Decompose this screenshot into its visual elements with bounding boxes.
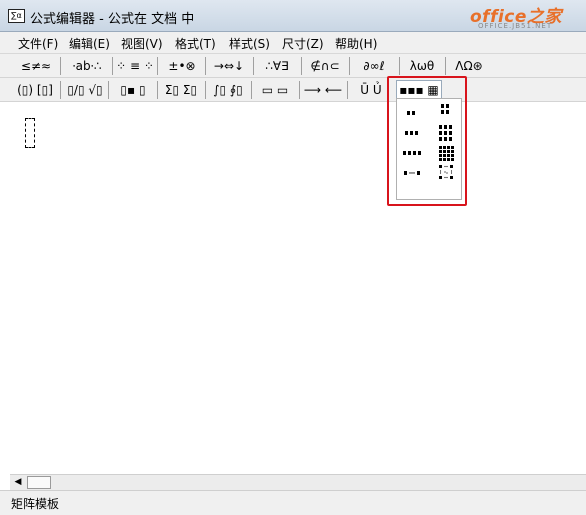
set-theory-symbols-icon[interactable]: ∉∩⊂ bbox=[303, 56, 347, 76]
watermark-logo: office之家 OFFICE.JB51.NET bbox=[470, 2, 582, 30]
toolbar-divider bbox=[205, 57, 206, 75]
toolbar-divider bbox=[108, 81, 109, 99]
logical-symbols-icon[interactable]: ∴∀∃ bbox=[255, 56, 299, 76]
toolbar-divider bbox=[399, 57, 400, 75]
scroll-thumb[interactable] bbox=[27, 476, 51, 489]
toolbar-divider bbox=[157, 81, 158, 99]
summation-templates-icon[interactable]: Σ▯ Σ▯ bbox=[160, 80, 202, 100]
operator-symbols-icon[interactable]: ±•⊗ bbox=[160, 56, 204, 76]
horizontal-scrollbar[interactable]: ◀ bbox=[10, 474, 586, 490]
toolbar-divider bbox=[347, 81, 348, 99]
integral-templates-icon[interactable]: ∫▯ ∮▯ bbox=[208, 80, 248, 100]
menu-format[interactable]: 格式(T) bbox=[175, 35, 216, 52]
products-set-theory-templates-icon[interactable]: Ū Ủ bbox=[350, 80, 392, 100]
status-bar: 矩阵模板 bbox=[0, 490, 586, 515]
toolbar-divider bbox=[253, 57, 254, 75]
equation-editing-area[interactable] bbox=[2, 102, 584, 472]
arrow-symbols-icon[interactable]: →⇔↓ bbox=[207, 56, 251, 76]
menu-help[interactable]: 帮助(H) bbox=[335, 35, 377, 52]
underbar-overbar-templates-icon[interactable]: ▭ ▭ bbox=[255, 80, 295, 100]
title-bar: ∑α 公式编辑器 - 公式在 文档 中 office之家 OFFICE.JB51… bbox=[0, 0, 586, 32]
toolbar-divider bbox=[251, 81, 252, 99]
red-highlight-box bbox=[387, 76, 467, 206]
misc-symbols-icon[interactable]: ∂∞ℓ bbox=[351, 56, 397, 76]
fraction-radical-templates-icon[interactable]: ▯/▯ √▯ bbox=[64, 80, 106, 100]
toolbar-divider bbox=[112, 57, 113, 75]
spaces-ellipses-icon[interactable]: ⸱ab⸱∴ bbox=[64, 56, 110, 76]
greek-uppercase-icon[interactable]: ΛΩ⊛ bbox=[447, 56, 491, 76]
toolbar-divider bbox=[349, 57, 350, 75]
greek-lowercase-icon[interactable]: λωθ bbox=[401, 56, 443, 76]
toolbar-divider bbox=[205, 81, 206, 99]
toolbar-divider bbox=[445, 57, 446, 75]
toolbar-divider bbox=[60, 57, 61, 75]
empty-equation-slot[interactable] bbox=[25, 118, 35, 148]
watermark-sub-text: OFFICE.JB51.NET bbox=[478, 22, 553, 30]
symbol-palette-toolbar: ≤≠≈ ⸱ab⸱∴ ⁘ ≡ ⁘ ±•⊗ →⇔↓ ∴∀∃ ∉∩⊂ ∂∞ℓ λωθ … bbox=[0, 54, 586, 78]
menu-size[interactable]: 尺寸(Z) bbox=[282, 35, 324, 52]
menu-view[interactable]: 视图(V) bbox=[121, 35, 163, 52]
subscript-superscript-templates-icon[interactable]: ▯▪ ▯ bbox=[112, 80, 154, 100]
menu-edit[interactable]: 编辑(E) bbox=[69, 35, 110, 52]
labeled-arrow-templates-icon[interactable]: ⟶ ⟵ bbox=[302, 80, 344, 100]
toolbar-divider bbox=[60, 81, 61, 99]
scroll-left-arrow-icon[interactable]: ◀ bbox=[10, 475, 26, 490]
toolbar-divider bbox=[157, 57, 158, 75]
equation-editor-app-icon[interactable]: ∑α bbox=[8, 9, 25, 23]
toolbar-divider bbox=[299, 81, 300, 99]
menu-file[interactable]: 文件(F) bbox=[18, 35, 58, 52]
template-palette-toolbar: (▯) [▯] ▯/▯ √▯ ▯▪ ▯ Σ▯ Σ▯ ∫▯ ∮▯ ▭ ▭ ⟶ ⟵ … bbox=[0, 78, 586, 102]
toolbar-divider bbox=[301, 57, 302, 75]
fence-templates-icon[interactable]: (▯) [▯] bbox=[16, 80, 54, 100]
window-title: 公式编辑器 - 公式在 文档 中 bbox=[30, 12, 195, 27]
menu-bar: 文件(F) 编辑(E) 视图(V) 格式(T) 样式(S) 尺寸(Z) 帮助(H… bbox=[0, 32, 586, 54]
embellishments-icon[interactable]: ⁘ ≡ ⁘ bbox=[115, 56, 155, 76]
relational-symbols-icon[interactable]: ≤≠≈ bbox=[14, 56, 58, 76]
menu-style[interactable]: 样式(S) bbox=[229, 35, 270, 52]
status-text: 矩阵模板 bbox=[11, 497, 60, 511]
